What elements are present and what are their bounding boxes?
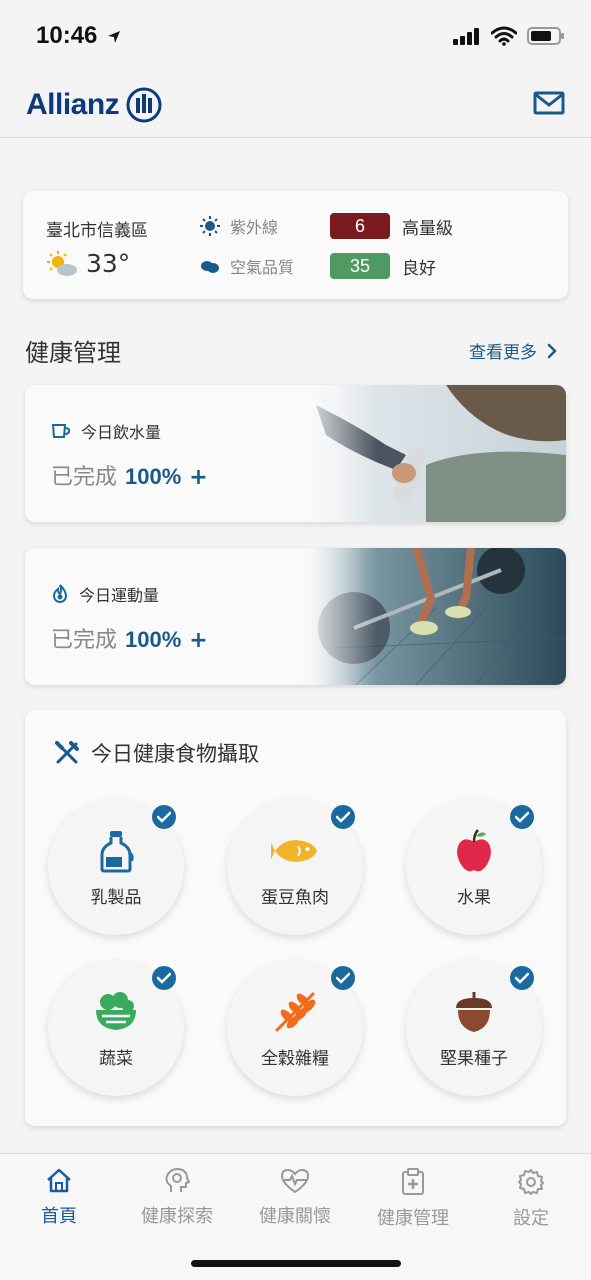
time-text: 10:46 [36,22,98,49]
battery-icon [527,27,564,45]
food-intake-card: 今日健康食物攝取 乳製品 蛋豆魚肉 水果 蔬菜 全穀雜糧 堅果種子 [25,710,566,1126]
weather-temperature: 33° [86,249,131,278]
check-icon [331,805,355,829]
air-quality-level: 良好 [402,258,436,279]
status-time: 10:46 [36,22,122,50]
signal-icon [453,28,479,45]
tab-explore-label: 健康探索 [141,1206,213,1227]
food-card-header: 今日健康食物攝取 [55,738,259,768]
app-header: Allianz [0,72,591,138]
water-progress-prefix: 已完成 [51,465,118,490]
water-card-title: 今日飲水量 [81,423,162,442]
water-drinking-image [296,385,566,522]
exercise-card-label: 今日運動量 [51,582,159,606]
view-more-label: 查看更多 [469,343,537,363]
salad-bowl-icon [92,988,140,1036]
tab-health-management-label: 健康管理 [377,1208,449,1229]
wifi-icon [491,26,517,46]
food-label-dairy: 乳製品 [90,888,142,908]
wheat-icon [271,988,319,1036]
apple-icon [450,827,498,875]
exercise-progress: 已完成 100% + [51,622,208,654]
check-icon [152,966,176,990]
milk-bottle-icon [92,827,140,875]
water-card-label: 今日飲水量 [51,419,161,443]
food-item-protein[interactable]: 蛋豆魚肉 [227,799,363,935]
uv-badge: 6 [330,213,390,239]
water-progress-percent: 100% [125,464,182,489]
air-quality-badge: 35 [330,253,390,279]
tab-health-management[interactable]: 健康管理 [354,1168,472,1230]
fish-icon [271,827,319,875]
uv-row: 紫外線 6 高量級 [200,213,453,239]
weather-card[interactable]: 臺北市信義區 33° 紫外線 6 高量級 空氣品質 35 良好 [23,191,568,299]
status-icons [453,26,565,46]
food-item-dairy[interactable]: 乳製品 [48,799,184,935]
chevron-right-icon [547,343,557,358]
check-icon [510,805,534,829]
allianz-eagle-icon [126,87,162,123]
tab-settings-label: 設定 [513,1208,549,1229]
status-bar: 10:46 [0,0,591,72]
view-more-link[interactable]: 查看更多 [469,338,557,363]
food-label-protein: 蛋豆魚肉 [261,888,329,908]
weather-temperature-row: 33° [46,249,130,278]
food-card-title: 今日健康食物攝取 [91,742,259,766]
mail-icon [533,91,565,115]
exercise-add-button[interactable]: + [189,628,207,653]
uv-level: 高量級 [402,218,453,239]
food-label-nuts: 堅果種子 [440,1049,508,1069]
water-add-button[interactable]: + [189,465,207,490]
head-brain-icon [165,1168,190,1192]
food-label-fruit: 水果 [457,888,491,908]
exercise-card[interactable]: 今日運動量 已完成 100% + [25,548,566,685]
sun-icon [200,216,220,236]
health-section-title: 健康管理 [25,339,121,367]
food-item-vegetables[interactable]: 蔬菜 [48,960,184,1096]
brand-logo[interactable]: Allianz [26,86,163,124]
food-label-vegetables: 蔬菜 [99,1049,133,1069]
brand-name: Allianz [26,88,120,121]
food-label-grains: 全穀雜糧 [261,1049,329,1069]
water-progress: 已完成 100% + [51,459,208,491]
air-quality-row: 空氣品質 35 良好 [200,253,436,279]
heart-pulse-icon [280,1168,310,1194]
home-icon [47,1168,71,1193]
food-item-fruit[interactable]: 水果 [406,799,542,935]
check-icon [152,805,176,829]
water-intake-card[interactable]: 今日飲水量 已完成 100% + [25,385,566,522]
tab-care[interactable]: 健康關懷 [236,1168,354,1228]
flame-icon [52,584,68,603]
gear-icon [518,1169,544,1195]
exercise-card-title: 今日運動量 [79,586,160,605]
cup-icon [51,424,71,438]
home-indicator[interactable] [191,1260,401,1267]
exercise-progress-percent: 100% [125,627,182,652]
cloud-icon [201,261,219,273]
air-quality-label: 空氣品質 [230,258,295,277]
tab-settings[interactable]: 設定 [472,1168,590,1230]
tab-home[interactable]: 首頁 [0,1168,118,1228]
food-item-grains[interactable]: 全穀雜糧 [227,960,363,1096]
utensils-icon [55,741,79,764]
acorn-icon [450,988,498,1036]
check-icon [331,966,355,990]
uv-label: 紫外線 [230,218,279,237]
exercise-image [296,548,566,685]
location-arrow-icon [108,30,121,43]
partly-sunny-icon [47,250,77,276]
check-icon [510,966,534,990]
exercise-progress-prefix: 已完成 [51,628,118,653]
tab-explore[interactable]: 健康探索 [118,1168,236,1228]
food-item-nuts[interactable]: 堅果種子 [406,960,542,1096]
mail-button[interactable] [533,90,565,116]
tab-home-label: 首頁 [41,1206,77,1227]
tab-care-label: 健康關懷 [259,1206,331,1227]
weather-location: 臺北市信義區 [46,221,148,241]
clipboard-plus-icon [402,1168,424,1195]
